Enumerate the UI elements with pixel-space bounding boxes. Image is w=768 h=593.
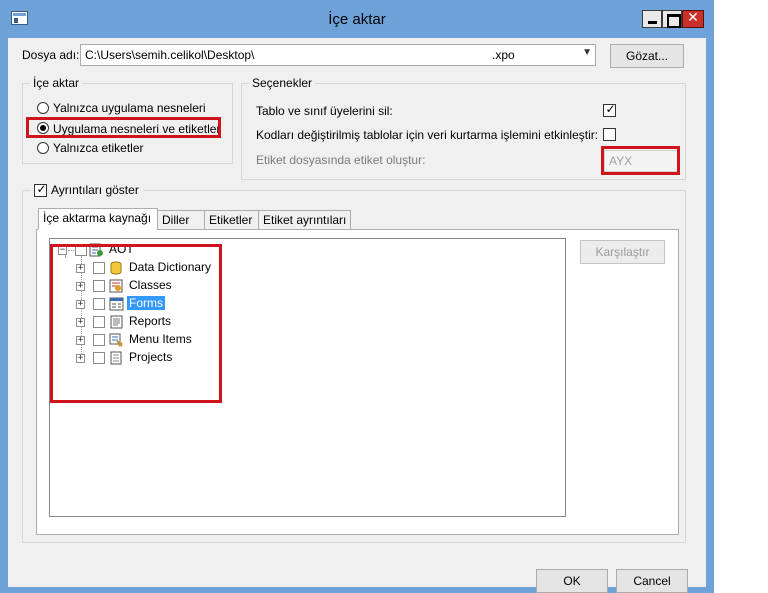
- title-bar[interactable]: İçe aktar ✕: [0, 0, 714, 38]
- tab-languages[interactable]: Diller: [157, 210, 205, 230]
- show-details-label: Ayrıntıları göster: [51, 183, 139, 197]
- window-title: İçe aktar: [328, 11, 386, 28]
- show-details-checkbox[interactable]: ✓: [34, 182, 47, 197]
- file-path-value: C:\Users\semih.celikol\Desktop\: [85, 48, 255, 62]
- checkmark-icon: ✓: [605, 102, 616, 116]
- tab-label-details[interactable]: Etiket ayrıntıları: [258, 210, 351, 230]
- delete-members-checkbox[interactable]: ✓: [603, 102, 616, 117]
- minimize-button[interactable]: [642, 10, 662, 28]
- close-button[interactable]: ✕: [682, 10, 704, 28]
- tab-import-source[interactable]: İçe aktarma kaynağı: [38, 208, 158, 230]
- import-group-title: İçe aktar: [30, 76, 83, 90]
- close-icon: ✕: [687, 10, 699, 26]
- browse-button[interactable]: Gözat...: [610, 44, 684, 68]
- highlight-box-import-option: [26, 117, 221, 138]
- tab-labels[interactable]: Etiketler: [204, 210, 259, 230]
- recovery-label: Kodları değiştirilmiş tablolar için veri…: [256, 128, 599, 142]
- file-path-combobox[interactable]: C:\Users\semih.celikol\Desktop\ .xpo ▼: [80, 44, 596, 66]
- maximize-button[interactable]: [662, 10, 682, 28]
- file-name-label: Dosya adı:: [22, 48, 80, 62]
- highlight-box-label-file: [601, 146, 680, 175]
- file-extension-value: .xpo: [492, 48, 515, 62]
- cancel-button[interactable]: Cancel: [616, 569, 688, 593]
- compare-button[interactable]: Karşılaştır: [580, 240, 665, 264]
- radio-label-app-objects-only: Yalnızca uygulama nesneleri: [53, 101, 206, 115]
- radio-app-objects-only[interactable]: [37, 102, 49, 114]
- checkmark-icon: ✓: [36, 182, 47, 196]
- ok-button[interactable]: OK: [536, 569, 608, 593]
- label-file-label: Etiket dosyasında etiket oluştur:: [256, 153, 426, 167]
- radio-label-labels-only: Yalnızca etiketler: [53, 141, 144, 155]
- chevron-down-icon[interactable]: ▼: [582, 47, 592, 58]
- recovery-checkbox[interactable]: [603, 128, 616, 141]
- radio-labels-only[interactable]: [37, 142, 49, 154]
- options-group-title: Seçenekler: [249, 76, 316, 90]
- highlight-box-tree: [50, 244, 222, 403]
- delete-members-label: Tablo ve sınıf üyelerini sil:: [256, 104, 393, 118]
